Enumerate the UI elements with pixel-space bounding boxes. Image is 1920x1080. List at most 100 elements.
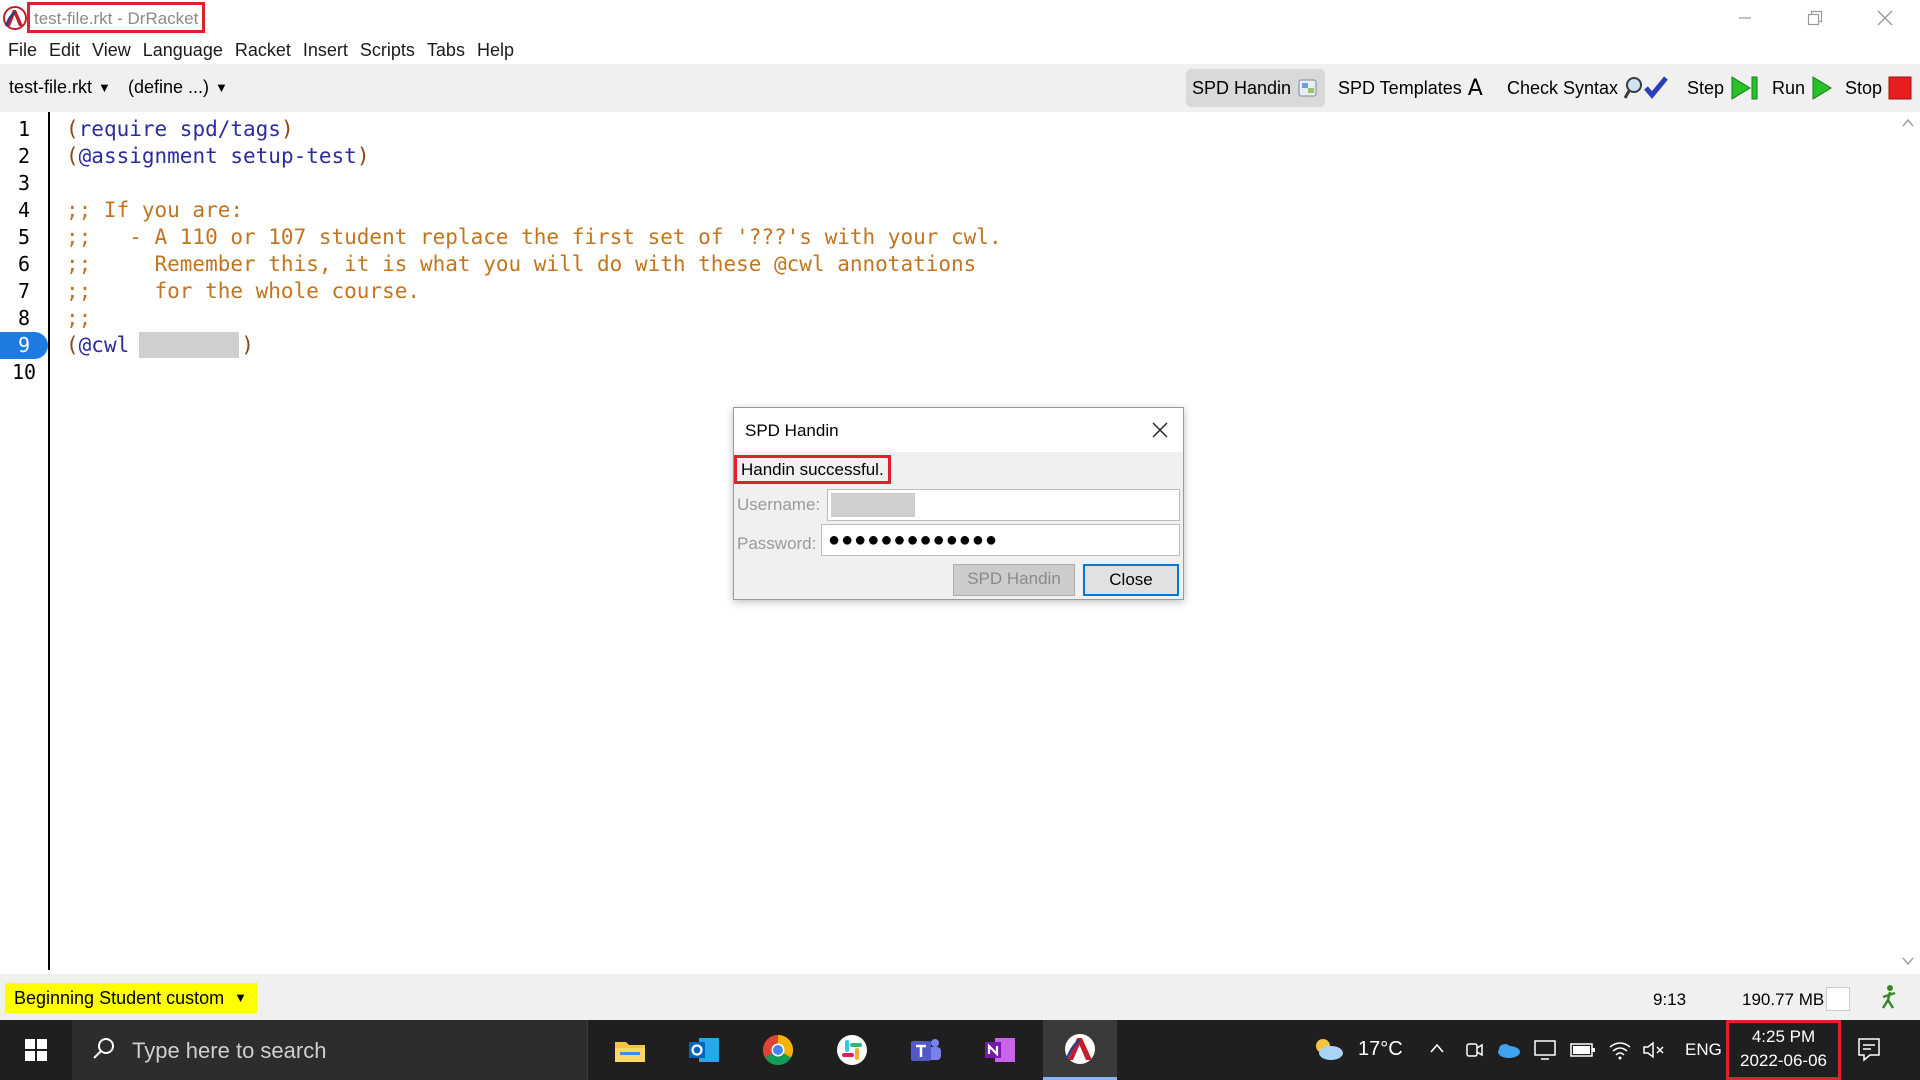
spd-templates-label: SPD Templates [1338,77,1462,98]
stop-button[interactable]: Stop [1839,69,1918,107]
input-language[interactable]: ENG [1685,1040,1722,1060]
line-number: 1 [17,117,31,141]
spd-handin-label: SPD Handin [1192,77,1292,98]
menu-bar: File Edit View Language Racket Insert Sc… [0,36,1920,64]
onenote-icon [985,1038,1015,1062]
line-number-gutter: 1 2 3 4 5 6 7 8 9 10 [0,112,50,970]
minimize-icon [1739,17,1751,19]
line-number: 10 [11,360,37,384]
code-line-5: ;; - A 110 or 107 student replace the fi… [66,225,1002,249]
close-window-button[interactable] [1850,0,1920,36]
menu-edit[interactable]: Edit [43,36,86,64]
taskbar-search[interactable]: Type here to search [72,1020,588,1080]
close-icon [1877,10,1893,26]
spd-handin-button[interactable]: SPD Handin [1186,69,1326,107]
outlook-icon [689,1038,719,1062]
menu-scripts[interactable]: Scripts [354,36,421,64]
menu-racket[interactable]: Racket [229,36,297,64]
password-field[interactable]: ●●●●●●●●●●●●● [821,524,1180,556]
menu-file[interactable]: File [2,36,43,64]
check-syntax-label: Check Syntax [1507,77,1619,98]
taskbar-drracket[interactable] [1043,1020,1117,1080]
memory-usage[interactable]: 190.77 MB [1742,990,1824,1010]
spd-templates-button[interactable]: SPD Templates A [1332,69,1489,107]
onedrive-icon[interactable] [1495,1040,1521,1060]
code-symbol: @assignment setup-test [78,144,357,168]
line-number: 7 [17,279,31,303]
weather-temperature[interactable]: 17°C [1358,1038,1403,1061]
battery-icon[interactable] [1570,1041,1596,1059]
vertical-scrollbar[interactable] [1895,112,1920,974]
play-icon [1811,75,1833,101]
code-line-2: (@assignment setup-test) [66,143,369,170]
scroll-up-icon[interactable] [1901,116,1915,130]
meet-now-icon[interactable] [1464,1040,1484,1060]
chevron-up-icon[interactable] [1428,1040,1446,1058]
taskbar: Type here to search 17°C ENG 4:25 PM 202… [0,1020,1920,1080]
define-dropdown[interactable]: (define ...) ▼ [128,77,228,98]
close-icon[interactable] [1151,421,1169,439]
active-line-number: 9 [0,332,48,359]
dialog-title: SPD Handin [745,421,839,440]
window-title: test-file.rkt - DrRacket [27,2,206,33]
code-line-7: ;; for the whole course. [66,279,421,303]
line-number: 8 [17,306,31,330]
search-placeholder: Type here to search [132,1038,327,1063]
clock-time: 4:25 PM [1751,1027,1816,1046]
code-line-8: ;; [66,306,92,330]
templates-a-icon: A [1467,75,1483,101]
run-button[interactable]: Run [1766,69,1839,107]
taskbar-file-explorer[interactable] [593,1020,667,1080]
step-button[interactable]: Step [1681,69,1766,107]
wifi-icon[interactable] [1608,1039,1632,1061]
taskbar-slack[interactable] [815,1020,889,1080]
status-bar: Beginning Student custom ▼ 9:13 190.77 M… [0,974,1920,1020]
taskbar-teams[interactable] [889,1020,963,1080]
code-line-4: ;; If you are: [66,198,244,222]
spd-handin-dialog: SPD Handin Handin successful. Username: … [733,407,1184,600]
running-man-icon [1881,985,1896,1009]
system-clock[interactable]: 4:25 PM 2022-06-06 [1726,1020,1841,1080]
taskbar-chrome[interactable] [741,1020,815,1080]
line-number: 6 [17,252,31,276]
paren: ) [241,333,254,357]
cursor-position: 9:13 [1653,990,1687,1009]
check-syntax-button[interactable]: Check Syntax [1501,69,1676,107]
menu-help[interactable]: Help [471,36,520,64]
chevron-down-icon: ▼ [215,80,228,95]
restore-button[interactable] [1780,0,1850,36]
dialog-spd-handin-button[interactable]: SPD Handin [953,564,1075,596]
drracket-logo-icon [1065,1033,1095,1064]
line-number: 2 [17,144,31,168]
dialog-close-button[interactable]: Close [1083,564,1179,596]
dialog-titlebar: SPD Handin [734,408,1183,452]
stop-icon [1888,76,1912,100]
file-dropdown[interactable]: test-file.rkt ▼ [9,77,111,98]
menu-insert[interactable]: Insert [297,36,354,64]
notification-icon[interactable] [1856,1036,1882,1062]
teams-icon [911,1039,941,1061]
speaker-muted-icon[interactable] [1642,1040,1666,1060]
menu-language[interactable]: Language [137,36,229,64]
language-select[interactable]: Beginning Student custom ▼ [5,983,258,1013]
handin-icon [1297,77,1319,99]
handin-status-message: Handin successful. [734,455,891,484]
username-field[interactable] [827,489,1180,521]
clock-date: 2022-06-06 [1740,1051,1827,1070]
paren: ( [66,333,79,357]
taskbar-onenote[interactable] [963,1020,1037,1080]
scroll-down-icon[interactable] [1901,954,1915,968]
menu-view[interactable]: View [86,36,137,64]
taskbar-outlook[interactable] [667,1020,741,1080]
minimize-button[interactable] [1710,0,1780,36]
menu-tabs[interactable]: Tabs [421,36,471,64]
redacted-username [831,493,915,517]
windows-logo-icon [25,1039,47,1061]
display-icon[interactable] [1533,1039,1557,1061]
paren: ) [280,117,294,141]
start-button[interactable] [0,1020,72,1080]
paren: ( [66,117,79,141]
code-symbol: require spd/tags [78,117,281,141]
restore-icon [1807,10,1823,26]
step-label: Step [1687,77,1725,98]
